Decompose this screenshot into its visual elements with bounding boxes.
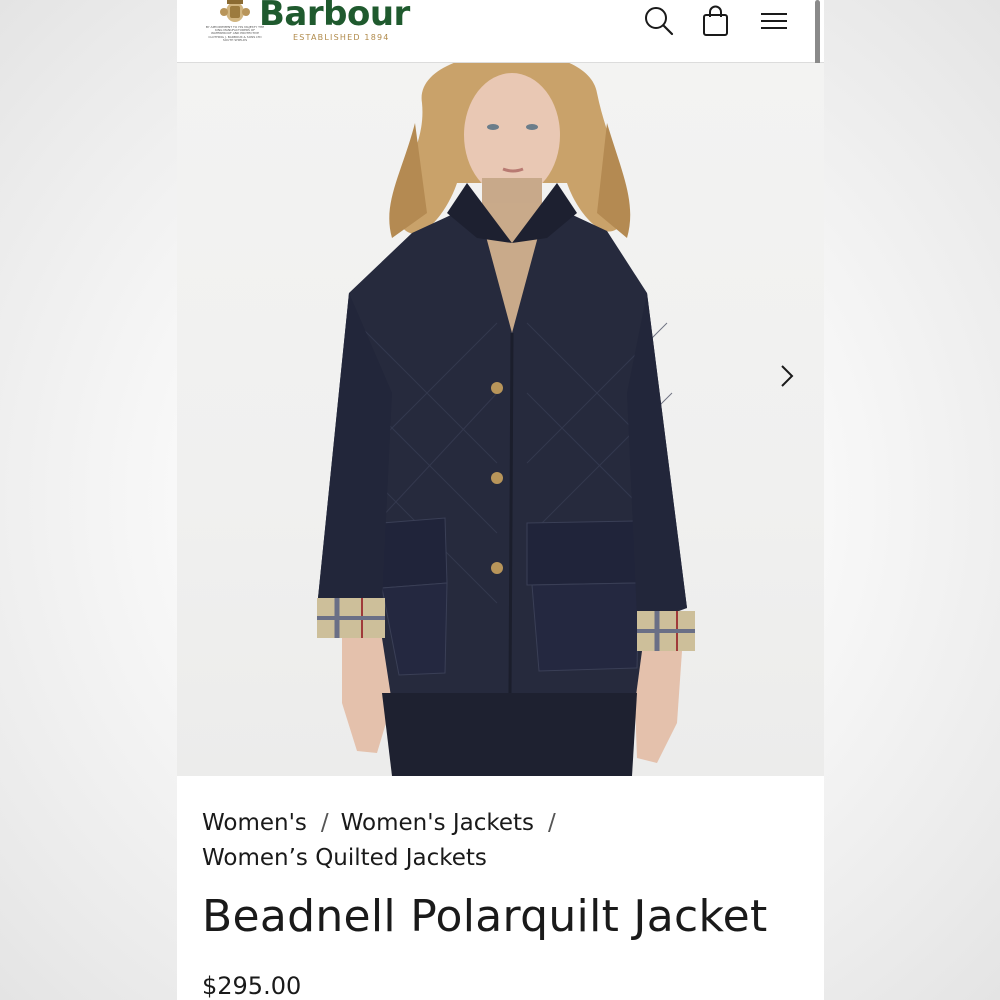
product-title: Beadnell Polarquilt Jacket bbox=[202, 891, 768, 942]
product-image[interactable] bbox=[177, 63, 824, 776]
breadcrumb-item-womens[interactable]: Women's bbox=[202, 810, 307, 836]
breadcrumb-item-womens-jackets[interactable]: Women's Jackets bbox=[341, 810, 534, 836]
shopping-bag-icon[interactable] bbox=[699, 4, 733, 38]
breadcrumb: Women's / Women's Jackets / Women’s Quilted… bbox=[202, 806, 762, 876]
product-price: $295.00 bbox=[202, 972, 302, 1000]
menu-icon[interactable] bbox=[757, 4, 791, 38]
brand-established: ESTABLISHED 1894 bbox=[293, 33, 390, 42]
breadcrumb-item-womens-quilted-jackets[interactable]: Women’s Quilted Jackets bbox=[202, 845, 487, 871]
model-wearing-jacket-image bbox=[317, 63, 695, 776]
brand-logo[interactable]: Barbour bbox=[259, 0, 410, 34]
royal-warrant-text: BY APPOINTMENT TO HIS MAJESTY THE KING M… bbox=[205, 25, 265, 42]
phone-screen: BY APPOINTMENT TO HIS MAJESTY THE KING M… bbox=[177, 0, 824, 1000]
site-header: BY APPOINTMENT TO HIS MAJESTY THE KING M… bbox=[177, 0, 824, 156]
chevron-right-icon[interactable] bbox=[775, 363, 799, 389]
product-details: Women's / Women's Jackets / Women’s Quilted… bbox=[177, 776, 824, 1000]
breadcrumb-separator: / bbox=[320, 810, 329, 836]
breadcrumb-separator: / bbox=[548, 810, 556, 836]
search-icon[interactable] bbox=[643, 4, 677, 38]
